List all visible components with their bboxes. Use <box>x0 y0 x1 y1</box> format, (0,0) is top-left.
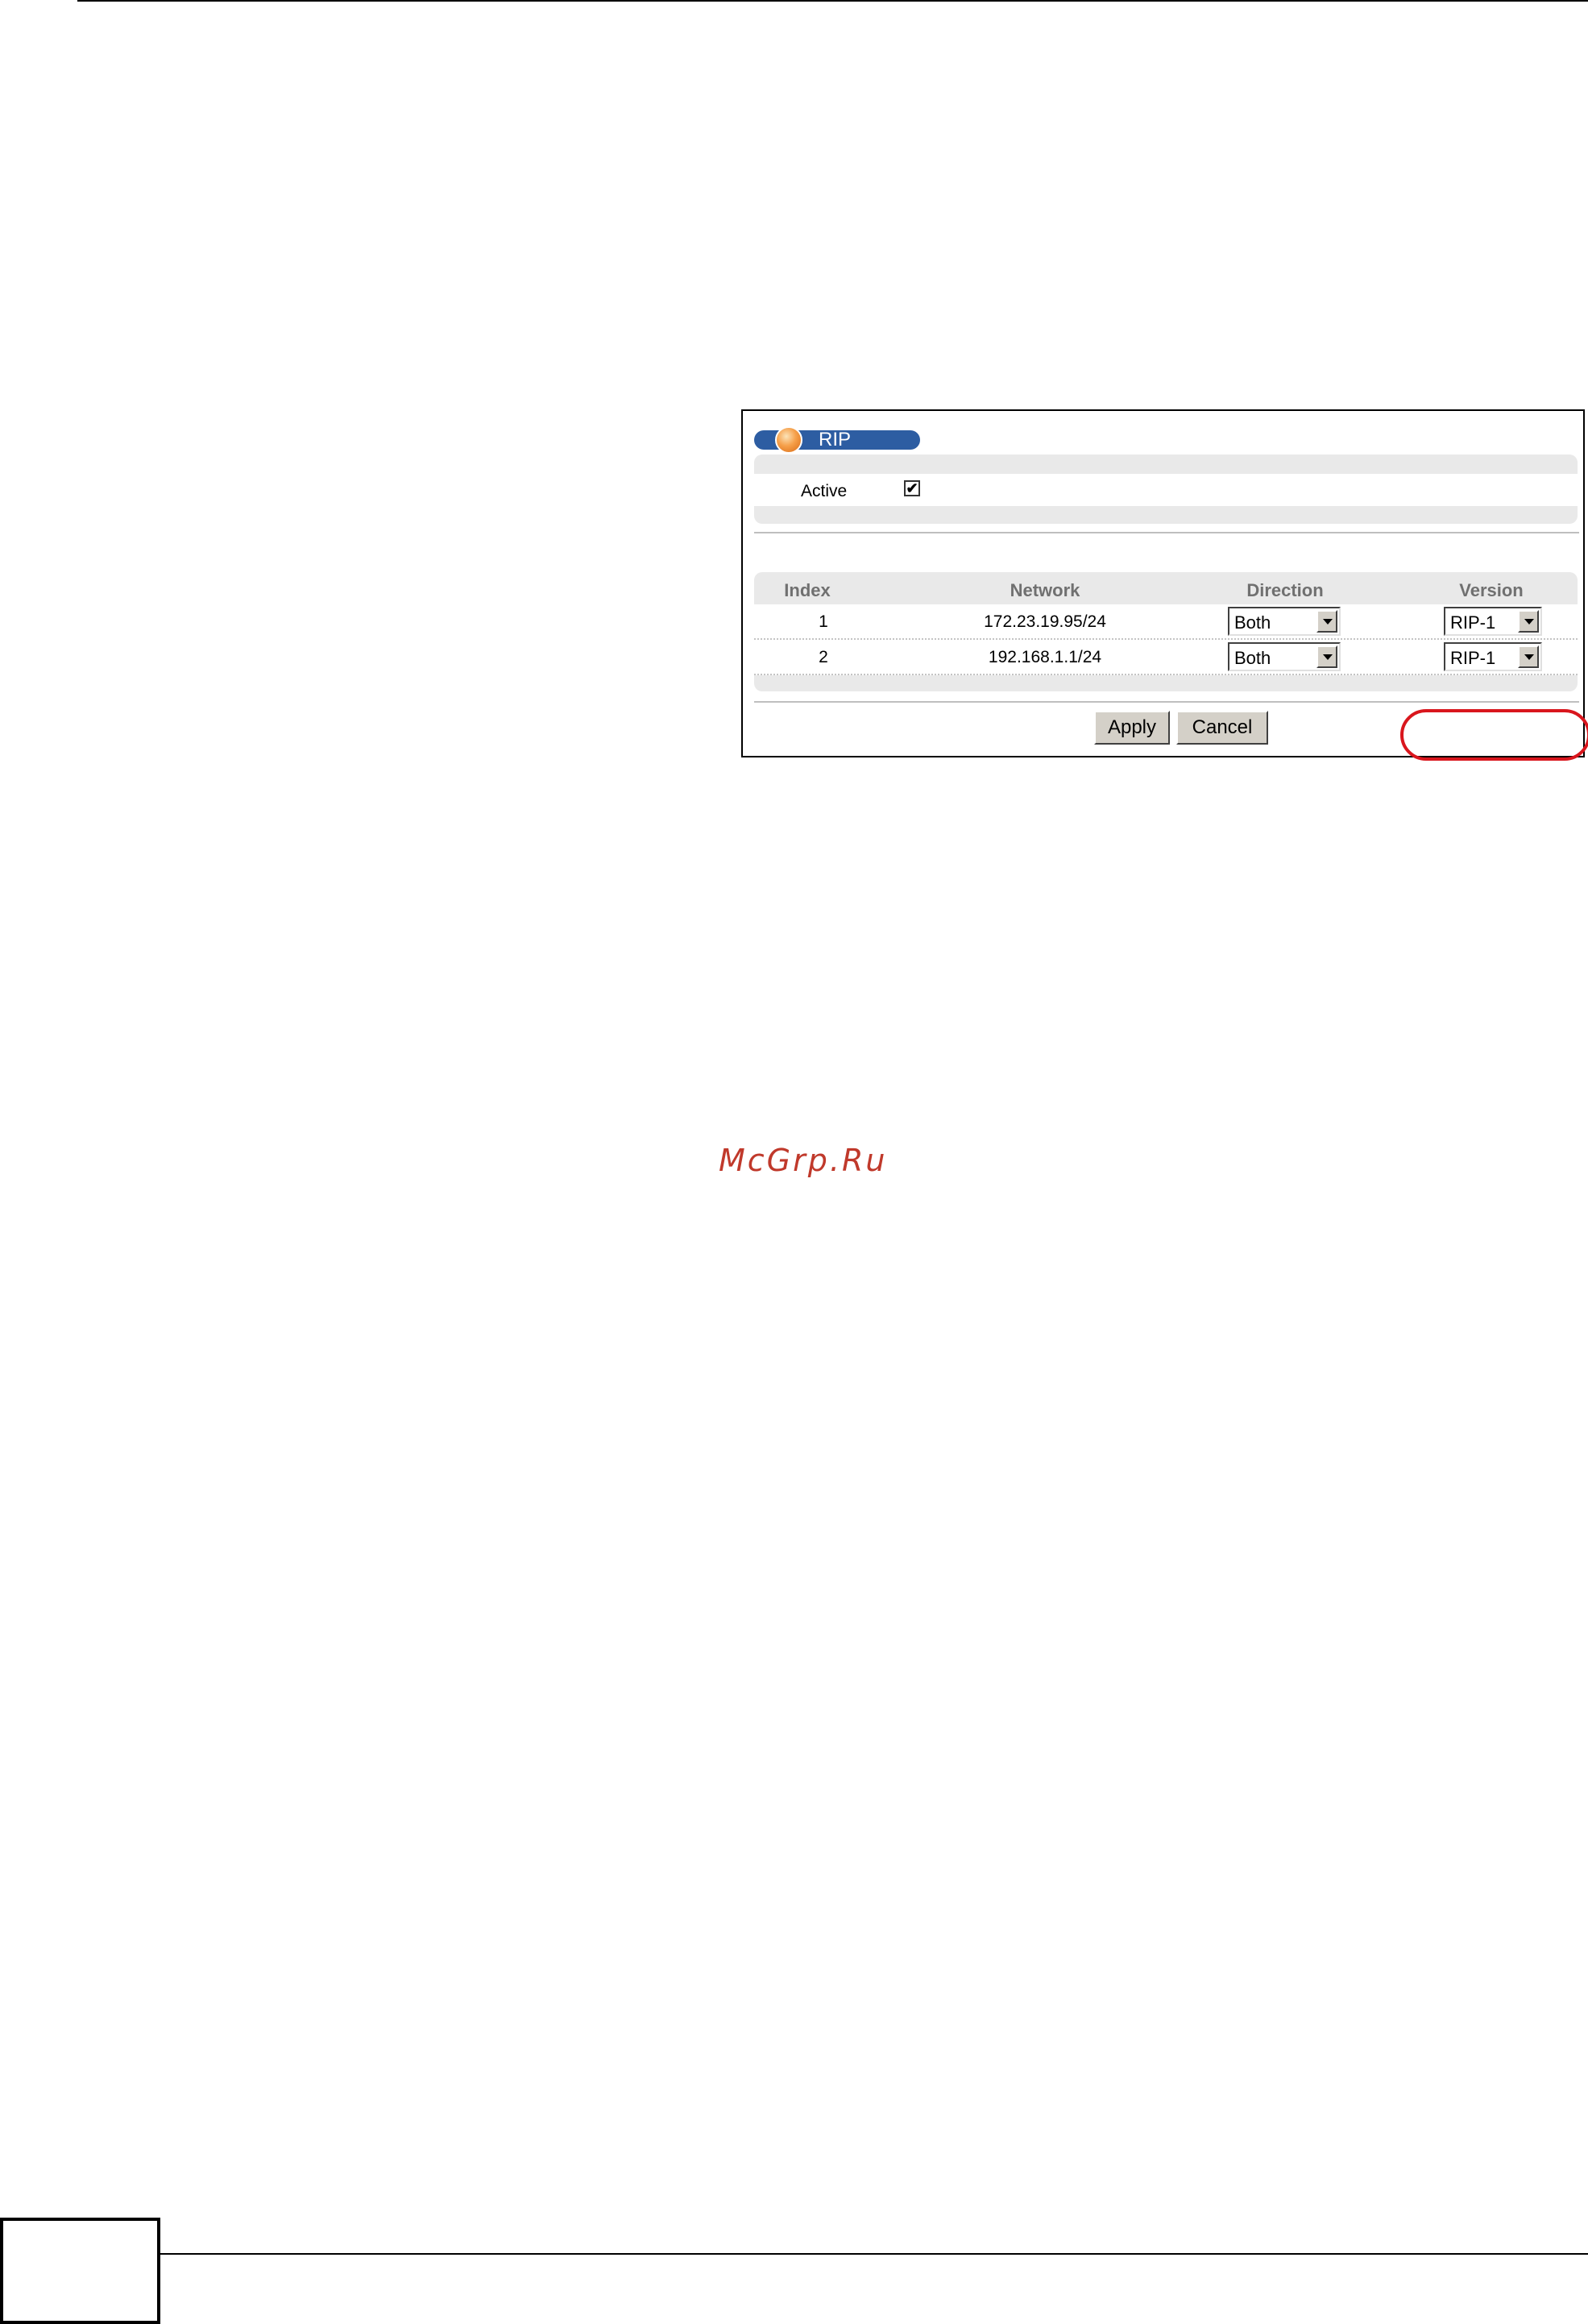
rip-screenshot-panel: RIP Active ✔ Index Network Direction Ver… <box>741 409 1585 757</box>
direction-select[interactable]: Both <box>1228 607 1341 636</box>
version-select[interactable]: RIP-1 <box>1444 607 1542 636</box>
rip-table: Index Network Direction Version 1 172.23… <box>754 572 1578 691</box>
version-value: RIP-1 <box>1450 612 1496 633</box>
bottom-rule <box>160 2253 1588 2255</box>
watermark: McGrp.Ru <box>719 1143 888 1178</box>
direction-select[interactable]: Both <box>1228 642 1341 671</box>
chevron-down-icon[interactable] <box>1518 645 1539 668</box>
version-value: RIP-1 <box>1450 648 1496 668</box>
divider <box>754 532 1579 533</box>
direction-value: Both <box>1234 612 1271 633</box>
cancel-button[interactable]: Cancel <box>1176 711 1268 745</box>
orb-icon <box>775 426 802 454</box>
top-rule <box>77 0 1588 2</box>
divider <box>754 701 1579 703</box>
cell-index: 2 <box>819 648 828 666</box>
cell-network: 172.23.19.95/24 <box>984 612 1106 631</box>
cell-network: 192.168.1.1/24 <box>988 648 1102 666</box>
col-header-network: Network <box>1010 580 1080 600</box>
col-header-direction: Direction <box>1246 580 1324 600</box>
version-select[interactable]: RIP-1 <box>1444 642 1542 671</box>
col-header-version: Version <box>1459 580 1524 600</box>
direction-value: Both <box>1234 648 1271 668</box>
active-section: Active ✔ <box>754 454 1578 524</box>
active-checkbox[interactable]: ✔ <box>904 480 920 496</box>
chevron-down-icon[interactable] <box>1316 610 1337 633</box>
chevron-down-icon[interactable] <box>1316 645 1337 668</box>
chevron-down-icon[interactable] <box>1518 610 1539 633</box>
apply-button[interactable]: Apply <box>1094 711 1170 745</box>
active-row: Active ✔ <box>754 474 1578 506</box>
col-header-index: Index <box>784 580 831 600</box>
table-row: 2 192.168.1.1/24 Both RIP-1 <box>754 640 1578 675</box>
callout-ellipse <box>1400 709 1588 761</box>
page-number-box <box>0 2218 160 2324</box>
active-label: Active <box>801 482 848 500</box>
table-row: 1 172.23.19.95/24 Both RIP-1 <box>754 604 1578 640</box>
rip-title-bar: RIP <box>754 426 920 454</box>
page-title: RIP <box>819 429 852 450</box>
cell-index: 1 <box>819 612 828 631</box>
